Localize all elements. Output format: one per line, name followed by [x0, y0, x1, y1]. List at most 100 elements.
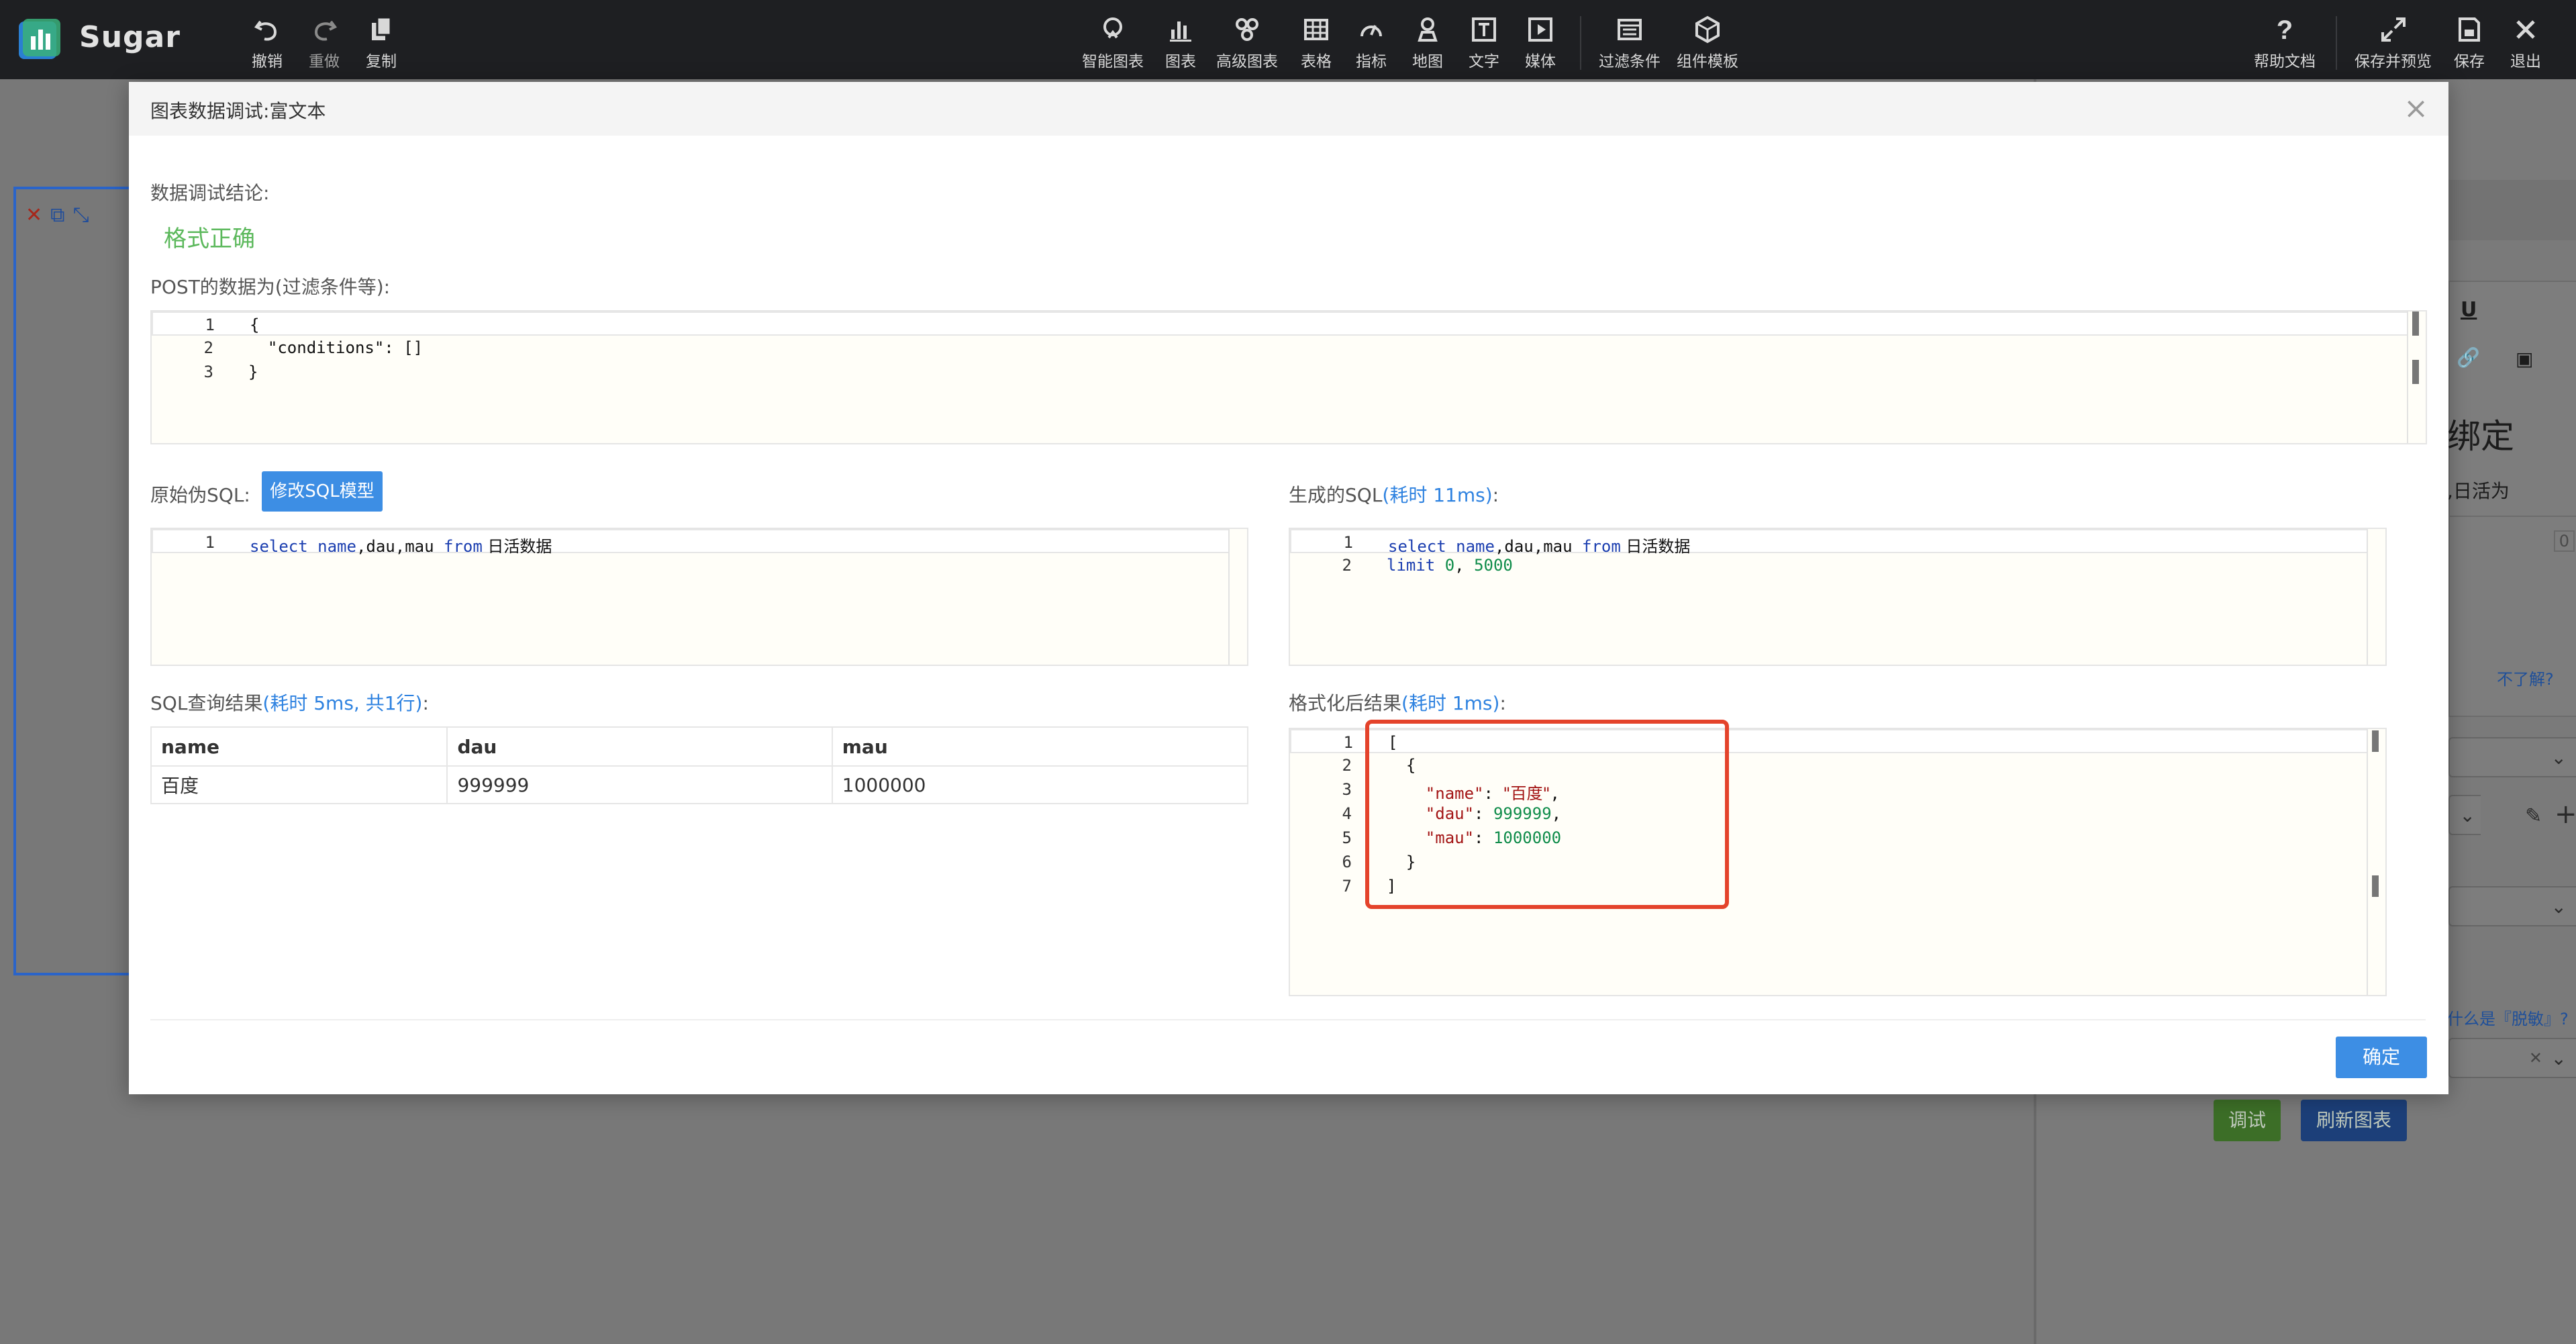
- table-cell: 1000000: [831, 765, 1249, 804]
- table-cell: 百度: [150, 765, 448, 804]
- conclusion-status: 格式正确: [164, 226, 255, 252]
- save-preview-button[interactable]: 保存并预览: [2355, 15, 2432, 71]
- edit-sql-model-button[interactable]: 修改SQL模型: [262, 471, 383, 512]
- map-label: 地图: [1412, 53, 1443, 70]
- map-button[interactable]: 地图: [1412, 15, 1443, 71]
- binding-title: 绑定: [2447, 417, 2514, 456]
- fullscreen-widget-icon[interactable]: ⤡: [73, 205, 89, 226]
- debug-button[interactable]: 调试: [2214, 1100, 2281, 1141]
- media-label: 媒体: [1525, 53, 1556, 70]
- media-button[interactable]: 媒体: [1525, 15, 1556, 71]
- editor-scrollbar[interactable]: [1228, 529, 1247, 665]
- code-line: 2 "conditions": []: [152, 336, 2426, 360]
- top-toolbar: Sugar 撤销 重做 复制 智能图表 图表 高级图表 表格 指标 地图 文字: [0, 0, 2576, 79]
- settings-select-3[interactable]: ⌄: [2448, 886, 2576, 926]
- dialog-title: 图表数据调试:富文本: [150, 100, 326, 122]
- exit-button[interactable]: 退出: [2510, 15, 2541, 71]
- line-number: 7: [1342, 877, 1352, 896]
- selected-canvas-widget[interactable]: ✕ ⧉ ⤡: [13, 187, 133, 975]
- char-counter: 0: [2553, 530, 2575, 552]
- rich-text-editor[interactable]: U 🔗 ▣ 绑定 ,日活为 0: [2447, 281, 2576, 717]
- save-icon: [2459, 17, 2480, 42]
- question-mark-icon: ?: [2277, 15, 2293, 44]
- refresh-chart-button[interactable]: 刷新图表: [2301, 1100, 2407, 1141]
- dont-understand-link[interactable]: 不了解?: [2497, 666, 2554, 689]
- expand-icon: [2381, 17, 2406, 42]
- line-number: 1: [1343, 533, 1353, 552]
- code-line: 1 select name,dau,mau from 日活数据: [152, 529, 1247, 556]
- help-doc-label: 帮助文档: [2254, 53, 2316, 70]
- post-data-label: POST的数据为(过滤条件等):: [150, 276, 391, 298]
- redo-label: 重做: [309, 53, 340, 70]
- close-icon[interactable]: ×: [2404, 91, 2428, 126]
- post-data-editor[interactable]: 1 { 2 "conditions": [] 3 }: [150, 310, 2427, 444]
- advanced-chart-button[interactable]: 高级图表: [1216, 15, 1278, 71]
- generated-sql-editor[interactable]: 1 select name,dau,mau from 日活数据 2 limit …: [1289, 528, 2387, 666]
- line-number: 3: [1342, 780, 1352, 799]
- code-text: "conditions": []: [248, 338, 424, 357]
- settings-select-1[interactable]: ⌄: [2448, 737, 2576, 777]
- scrollbar-thumb[interactable]: [2412, 360, 2419, 384]
- generated-sql-label: 生成的SQL(耗时 11ms):: [1289, 484, 1499, 506]
- column-header: dau: [446, 726, 833, 767]
- table-header-row: name dau mau: [150, 726, 1249, 767]
- editor-scrollbar[interactable]: [2407, 311, 2426, 443]
- indicator-button[interactable]: 指标: [1356, 15, 1387, 71]
- editor-scrollbar[interactable]: [2367, 729, 2385, 995]
- help-doc-button[interactable]: ? 帮助文档: [2254, 15, 2316, 71]
- widget-toolbar: ✕ ⧉ ⤡: [26, 205, 89, 226]
- settings-select-2[interactable]: ⌄: [2448, 795, 2481, 835]
- add-plus-icon[interactable]: +: [2555, 799, 2576, 830]
- line-number: 1: [1343, 733, 1353, 752]
- component-template-button[interactable]: 组件模板: [1677, 15, 1738, 71]
- dialog-footer-divider: [150, 1019, 2426, 1020]
- code-text: {: [250, 316, 260, 334]
- chevron-down-icon: ⌄: [2550, 747, 2567, 769]
- filter-button[interactable]: 过滤条件: [1599, 15, 1661, 71]
- scrollbar-thumb[interactable]: [2412, 311, 2419, 336]
- redo-button[interactable]: 重做: [309, 15, 340, 71]
- scrollbar-thumb[interactable]: [2372, 875, 2379, 897]
- text-button[interactable]: 文字: [1469, 15, 1499, 71]
- toolbar-divider: [1580, 16, 1581, 70]
- indicator-label: 指标: [1356, 53, 1387, 70]
- image-icon[interactable]: ▣: [2516, 348, 2533, 370]
- confirm-button[interactable]: 确定: [2336, 1037, 2427, 1078]
- smart-chart-label: 智能图表: [1082, 53, 1144, 70]
- underline-icon[interactable]: U: [2461, 298, 2477, 322]
- code-line: 1 {: [152, 311, 2426, 336]
- filter-label: 过滤条件: [1599, 53, 1661, 70]
- advanced-chart-label: 高级图表: [1216, 53, 1278, 70]
- table-button[interactable]: 表格: [1301, 15, 1332, 71]
- scrollbar-thumb[interactable]: [2372, 730, 2379, 752]
- copy-button[interactable]: 复制: [366, 15, 397, 71]
- settings-select-4[interactable]: ✕ ⌄: [2448, 1038, 2576, 1078]
- smart-chart-button[interactable]: 智能图表: [1082, 15, 1144, 71]
- gauge-icon: [1360, 25, 1382, 37]
- text-label: 文字: [1469, 53, 1499, 70]
- line-number: 4: [1342, 804, 1352, 823]
- text-icon: [1472, 17, 1496, 42]
- save-button[interactable]: 保存: [2454, 15, 2485, 71]
- clear-icon[interactable]: ✕: [2529, 1049, 2542, 1067]
- line-number: 1: [205, 316, 215, 334]
- line-number: 6: [1342, 853, 1352, 871]
- code-line: 1 select name,dau,mau from 日活数据: [1290, 529, 2385, 556]
- edit-pencil-icon[interactable]: ✎: [2525, 804, 2542, 828]
- code-line: 3 }: [152, 360, 2426, 384]
- line-number: 2: [203, 338, 213, 357]
- undo-button[interactable]: 撤销: [252, 15, 283, 71]
- svg-text:?: ?: [2277, 15, 2293, 44]
- chevron-down-icon: ⌄: [2550, 1047, 2567, 1069]
- query-result-table: name dau mau 百度 999999 1000000: [150, 726, 1249, 804]
- duplicate-widget-icon[interactable]: ⧉: [50, 205, 64, 226]
- chart-button[interactable]: 图表: [1165, 15, 1196, 71]
- delete-widget-icon[interactable]: ✕: [26, 205, 42, 226]
- raw-sql-editor[interactable]: 1 select name,dau,mau from 日活数据: [150, 528, 1248, 666]
- table-icon: [1304, 19, 1328, 40]
- table-cell: 999999: [446, 765, 833, 804]
- editor-scrollbar[interactable]: [2367, 529, 2385, 665]
- link-icon[interactable]: 🔗: [2457, 346, 2480, 369]
- what-is-masking-link[interactable]: 什么是『脱敏』?: [2447, 1006, 2569, 1029]
- undo-label: 撤销: [252, 53, 283, 70]
